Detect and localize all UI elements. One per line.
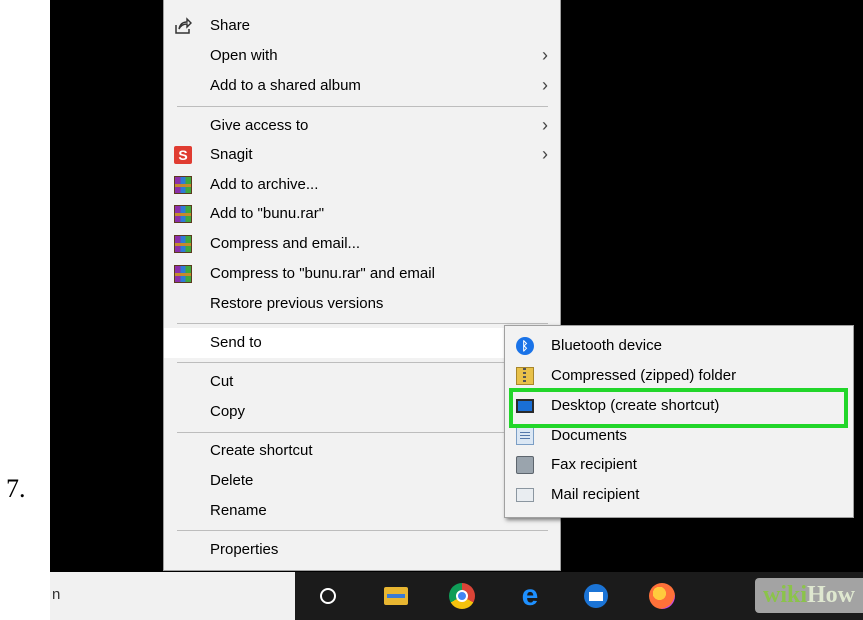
- menu-item-label: Cut: [210, 373, 234, 390]
- menu-item-send-to[interactable]: Send to ›: [164, 328, 560, 358]
- search-text: n: [52, 586, 61, 603]
- menu-separator: [177, 530, 548, 531]
- menu-item-rename[interactable]: Rename: [164, 496, 560, 526]
- send-to-item-label: Compressed (zipped) folder: [551, 367, 737, 384]
- menu-item-give-access-to[interactable]: Give access to ›: [164, 111, 560, 141]
- menu-item-cut[interactable]: Cut: [164, 367, 560, 397]
- menu-item-label: Copy: [210, 403, 246, 420]
- menu-item-label: Rename: [210, 502, 267, 519]
- menu-item-open-with[interactable]: Open with ›: [164, 41, 560, 71]
- context-menu: Share Open with › Add to a shared album …: [163, 0, 561, 571]
- send-to-item-compressed-folder[interactable]: Compressed (zipped) folder: [505, 361, 853, 391]
- menu-item-label: Delete: [210, 472, 254, 489]
- menu-item-label: Snagit: [210, 146, 253, 163]
- winrar-icon: [174, 235, 192, 253]
- menu-item-label: Send to: [210, 334, 262, 351]
- firefox-icon[interactable]: [648, 582, 676, 610]
- chevron-right-icon: ›: [542, 144, 548, 164]
- chrome-icon[interactable]: [448, 582, 476, 610]
- watermark-wiki: wiki: [762, 582, 807, 608]
- menu-item-label: Create shortcut: [210, 442, 313, 459]
- file-explorer-icon[interactable]: [382, 582, 410, 610]
- menu-item-label: Properties: [210, 541, 279, 558]
- watermark-how: How: [807, 582, 855, 608]
- menu-separator: [177, 106, 548, 107]
- highlight-box: [509, 388, 848, 428]
- fax-icon: [516, 456, 534, 474]
- menu-item-properties[interactable]: Properties: [164, 535, 560, 565]
- winrar-icon: [174, 176, 192, 194]
- menu-item-delete[interactable]: Delete: [164, 466, 560, 496]
- menu-item-copy[interactable]: Copy: [164, 397, 560, 427]
- mail-app-icon[interactable]: [582, 582, 610, 610]
- menu-separator: [177, 432, 548, 433]
- menu-item-compress-and-email[interactable]: Compress and email...: [164, 229, 560, 259]
- taskbar-search-box[interactable]: n: [50, 572, 295, 620]
- menu-item-label: Add to "bunu.rar": [210, 205, 325, 222]
- step-number: 7.: [6, 474, 26, 503]
- menu-separator: [177, 362, 548, 363]
- documents-icon: [516, 427, 534, 445]
- send-to-item-bluetooth[interactable]: ᛒ Bluetooth device: [505, 331, 853, 361]
- menu-item-label: Compress to "bunu.rar" and email: [210, 265, 435, 282]
- edge-icon[interactable]: e: [516, 581, 544, 611]
- menu-item-restore-previous-versions[interactable]: Restore previous versions: [164, 289, 560, 319]
- menu-item-add-to-bunu-rar[interactable]: Add to "bunu.rar": [164, 199, 560, 229]
- bluetooth-icon: ᛒ: [516, 337, 534, 355]
- menu-item-add-to-shared-album[interactable]: Add to a shared album ›: [164, 71, 560, 101]
- menu-item-create-shortcut[interactable]: Create shortcut: [164, 436, 560, 466]
- wikihow-watermark: wikiHow: [754, 578, 863, 613]
- cortana-icon[interactable]: [314, 582, 342, 610]
- menu-item-label: Add to archive...: [210, 176, 319, 193]
- send-to-item-fax-recipient[interactable]: Fax recipient: [505, 450, 853, 480]
- desktop-screen: Share Open with › Add to a shared album …: [50, 0, 863, 620]
- chevron-right-icon: ›: [542, 75, 548, 95]
- menu-item-share[interactable]: Share: [164, 11, 560, 41]
- send-to-item-label: Fax recipient: [551, 456, 637, 473]
- chevron-right-icon: ›: [542, 45, 548, 65]
- chevron-right-icon: ›: [542, 115, 548, 135]
- snagit-icon: S: [174, 146, 192, 164]
- share-icon: [174, 17, 192, 35]
- taskbar: n e wikiHow: [50, 572, 863, 620]
- menu-item-label: Share: [210, 17, 251, 34]
- menu-item-label: Add to a shared album: [210, 77, 361, 94]
- winrar-icon: [174, 265, 192, 283]
- menu-item-label: Compress and email...: [210, 235, 361, 252]
- menu-item-label: Give access to: [210, 117, 309, 134]
- zip-folder-icon: [516, 367, 534, 385]
- menu-item-snagit[interactable]: S Snagit ›: [164, 140, 560, 170]
- send-to-item-mail-recipient[interactable]: Mail recipient: [505, 480, 853, 510]
- menu-item-label: Open with: [210, 47, 278, 64]
- winrar-icon: [174, 205, 192, 223]
- send-to-item-label: Mail recipient: [551, 486, 640, 503]
- menu-item-compress-to-bunu-rar-and-email[interactable]: Compress to "bunu.rar" and email: [164, 259, 560, 289]
- menu-item-add-to-archive[interactable]: Add to archive...: [164, 170, 560, 200]
- send-to-item-label: Bluetooth device: [551, 337, 662, 354]
- send-to-item-label: Documents: [551, 427, 627, 444]
- menu-separator: [177, 323, 548, 324]
- mail-recipient-icon: [516, 488, 534, 502]
- menu-item-label: Restore previous versions: [210, 295, 384, 312]
